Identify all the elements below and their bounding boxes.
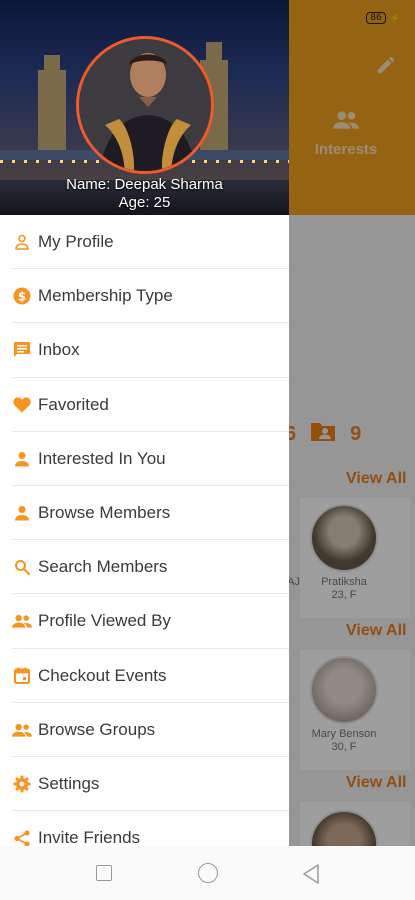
drawer-menu: My Profile $ Membership Type Inbox Favor… — [0, 215, 289, 846]
menu-item-browse-members[interactable]: Browse Members — [0, 486, 289, 541]
menu-item-membership-type[interactable]: $ Membership Type — [0, 269, 289, 324]
bridge-tower-left — [38, 70, 66, 160]
navigation-drawer: Name: Deepak Sharma Age: 25 My Profile $… — [0, 0, 289, 846]
menu-item-my-profile[interactable]: My Profile — [0, 215, 289, 270]
menu-item-profile-viewed-by[interactable]: Profile Viewed By — [0, 594, 289, 649]
person-outline-icon — [12, 232, 32, 252]
menu-item-settings[interactable]: Settings — [0, 757, 289, 812]
menu-item-label: Favorited — [38, 394, 109, 414]
menu-item-label: Search Members — [38, 557, 168, 577]
menu-item-label: Checkout Events — [38, 665, 167, 685]
person-icon — [12, 503, 32, 523]
profile-avatar[interactable] — [76, 36, 214, 174]
menu-item-label: Browse Members — [38, 503, 171, 523]
heart-icon — [12, 395, 32, 415]
menu-item-label: Inbox — [38, 340, 80, 360]
bridge-tower-left-top — [44, 55, 60, 75]
menu-item-favorited[interactable]: Favorited — [0, 378, 289, 432]
dollar-circle-icon: $ — [12, 286, 32, 306]
gear-icon — [12, 774, 32, 794]
message-icon — [12, 340, 32, 360]
drawer-header: Name: Deepak Sharma Age: 25 — [0, 0, 289, 215]
menu-item-label: Membership Type — [38, 286, 173, 306]
back-button[interactable] — [302, 864, 320, 889]
search-icon — [12, 557, 32, 577]
menu-item-label: Profile Viewed By — [38, 611, 171, 631]
menu-item-label: Invite Friends — [38, 828, 141, 846]
share-icon — [12, 828, 32, 846]
bridge-tower-right-top — [206, 42, 222, 64]
menu-item-label: Interested In You — [38, 448, 166, 468]
svg-text:$: $ — [18, 290, 26, 304]
menu-item-interested-in-you[interactable]: Interested In You — [0, 432, 289, 487]
menu-item-checkout-events[interactable]: Checkout Events — [0, 649, 289, 703]
person-icon — [12, 449, 32, 469]
menu-item-invite-friends[interactable]: Invite Friends — [0, 811, 289, 846]
menu-item-inbox[interactable]: Inbox — [0, 323, 289, 378]
menu-item-search-members[interactable]: Search Members — [0, 540, 289, 595]
calendar-icon — [12, 666, 32, 686]
profile-name: Name: Deepak Sharma — [66, 176, 223, 193]
menu-item-label: Settings — [38, 773, 100, 793]
system-navigation-bar — [0, 846, 415, 900]
menu-item-label: My Profile — [38, 232, 114, 252]
people-icon — [12, 611, 32, 631]
people-icon — [12, 720, 32, 740]
profile-age: Age: 25 — [118, 194, 171, 211]
home-button[interactable] — [198, 863, 218, 883]
menu-item-label: Browse Groups — [38, 719, 156, 739]
menu-item-browse-groups[interactable]: Browse Groups — [0, 703, 289, 758]
recent-apps-button[interactable] — [96, 865, 112, 881]
